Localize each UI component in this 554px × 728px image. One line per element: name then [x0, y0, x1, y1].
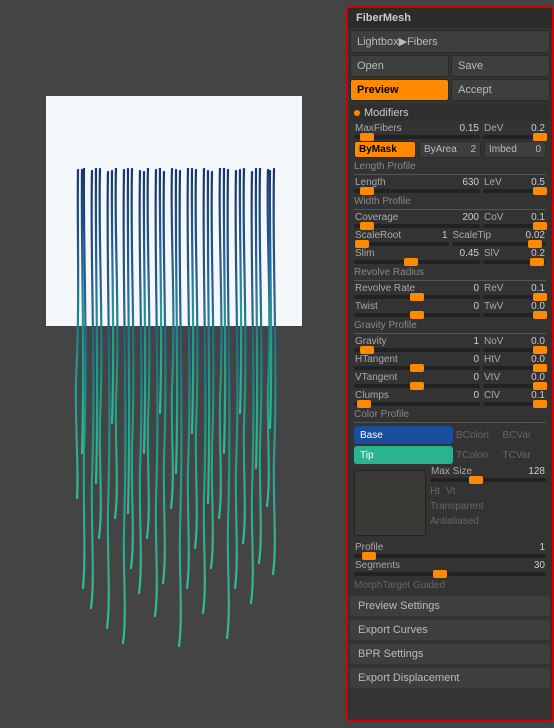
vtangent-slider[interactable]: VTangent0	[354, 372, 480, 388]
dev-slider[interactable]: DeV0.2	[483, 123, 546, 139]
morphtarget-button[interactable]: MorphTarget Guided	[350, 577, 550, 594]
vt-button[interactable]: Vt	[446, 486, 455, 497]
imbed-slider[interactable]: Imbed0	[484, 141, 546, 158]
modifiers-header[interactable]: Modifiers	[350, 105, 550, 121]
tcvar-button[interactable]: TCVar	[503, 450, 547, 461]
revolverate-slider[interactable]: Revolve Rate0	[354, 283, 480, 299]
length-profile-header: Length Profile	[354, 161, 546, 175]
vtv-slider[interactable]: VtV0.0	[483, 372, 546, 388]
coverage-slider[interactable]: Coverage200	[354, 212, 480, 228]
segments-slider[interactable]: Segments30	[354, 560, 546, 576]
accept-button[interactable]: Accept	[451, 79, 550, 101]
gravity-profile-header: Gravity Profile	[354, 320, 546, 334]
nov-slider[interactable]: NoV0.0	[483, 336, 546, 352]
texture-preview[interactable]	[354, 470, 426, 536]
export-displacement-section[interactable]: Export Displacement	[350, 668, 550, 688]
base-color-swatch[interactable]: Base	[354, 426, 453, 444]
rev-slider[interactable]: ReV0.1	[483, 283, 546, 299]
modifiers-label: Modifiers	[364, 107, 409, 119]
scaleroot-slider[interactable]: ScaleRoot1	[354, 230, 449, 246]
maxfibers-slider[interactable]: MaxFibers0.15	[354, 123, 480, 139]
bymask-button[interactable]: ByMask	[354, 141, 416, 158]
bcvar-button[interactable]: BCVar	[503, 430, 547, 441]
twist-slider[interactable]: Twist0	[354, 301, 480, 317]
twv-slider[interactable]: TwV0.0	[483, 301, 546, 317]
length-slider[interactable]: Length630	[354, 177, 480, 193]
open-button[interactable]: Open	[350, 55, 449, 77]
clv-slider[interactable]: ClV0.1	[483, 390, 546, 406]
save-button[interactable]: Save	[451, 55, 550, 77]
color-profile-header: Color Profile	[354, 409, 546, 423]
panel-title: FiberMesh	[348, 8, 552, 28]
preview-button[interactable]: Preview	[350, 79, 449, 101]
preview-settings-section[interactable]: Preview Settings	[350, 596, 550, 616]
revolve-radius-header: Revolve Radius	[354, 267, 546, 281]
gravity-slider[interactable]: Gravity1	[354, 336, 480, 352]
antialiased-button[interactable]: Antialiased	[430, 516, 546, 527]
lev-slider[interactable]: LeV0.5	[483, 177, 546, 193]
tcolorize-button[interactable]: TColori	[456, 450, 500, 461]
fibermesh-panel: FiberMesh Lightbox▶Fibers Open Save Prev…	[346, 6, 554, 722]
transparent-button[interactable]: Transparent	[430, 501, 546, 512]
width-profile-header: Width Profile	[354, 196, 546, 210]
bcolorize-button[interactable]: BColori	[456, 430, 500, 441]
export-curves-section[interactable]: Export Curves	[350, 620, 550, 640]
lightbox-fibers-button[interactable]: Lightbox▶Fibers	[350, 30, 550, 53]
bpr-settings-section[interactable]: BPR Settings	[350, 644, 550, 664]
slv-slider[interactable]: SlV0.2	[483, 248, 546, 264]
byarea-slider[interactable]: ByArea2	[419, 141, 481, 158]
htangent-slider[interactable]: HTangent0	[354, 354, 480, 370]
viewport-canvas	[46, 96, 302, 326]
ht-button[interactable]: Ht	[430, 486, 440, 497]
expand-dot-icon	[354, 110, 360, 116]
tip-color-swatch[interactable]: Tip	[354, 446, 453, 464]
clumps-slider[interactable]: Clumps0	[354, 390, 480, 406]
maxsize-slider[interactable]: Max Size128	[430, 466, 546, 482]
slim-slider[interactable]: Slim0.45	[354, 248, 480, 264]
profile-slider[interactable]: Profile1	[354, 542, 546, 558]
scaletip-slider[interactable]: ScaleTip0.02	[452, 230, 547, 246]
htv-slider[interactable]: HtV0.0	[483, 354, 546, 370]
cov-slider[interactable]: CoV0.1	[483, 212, 546, 228]
